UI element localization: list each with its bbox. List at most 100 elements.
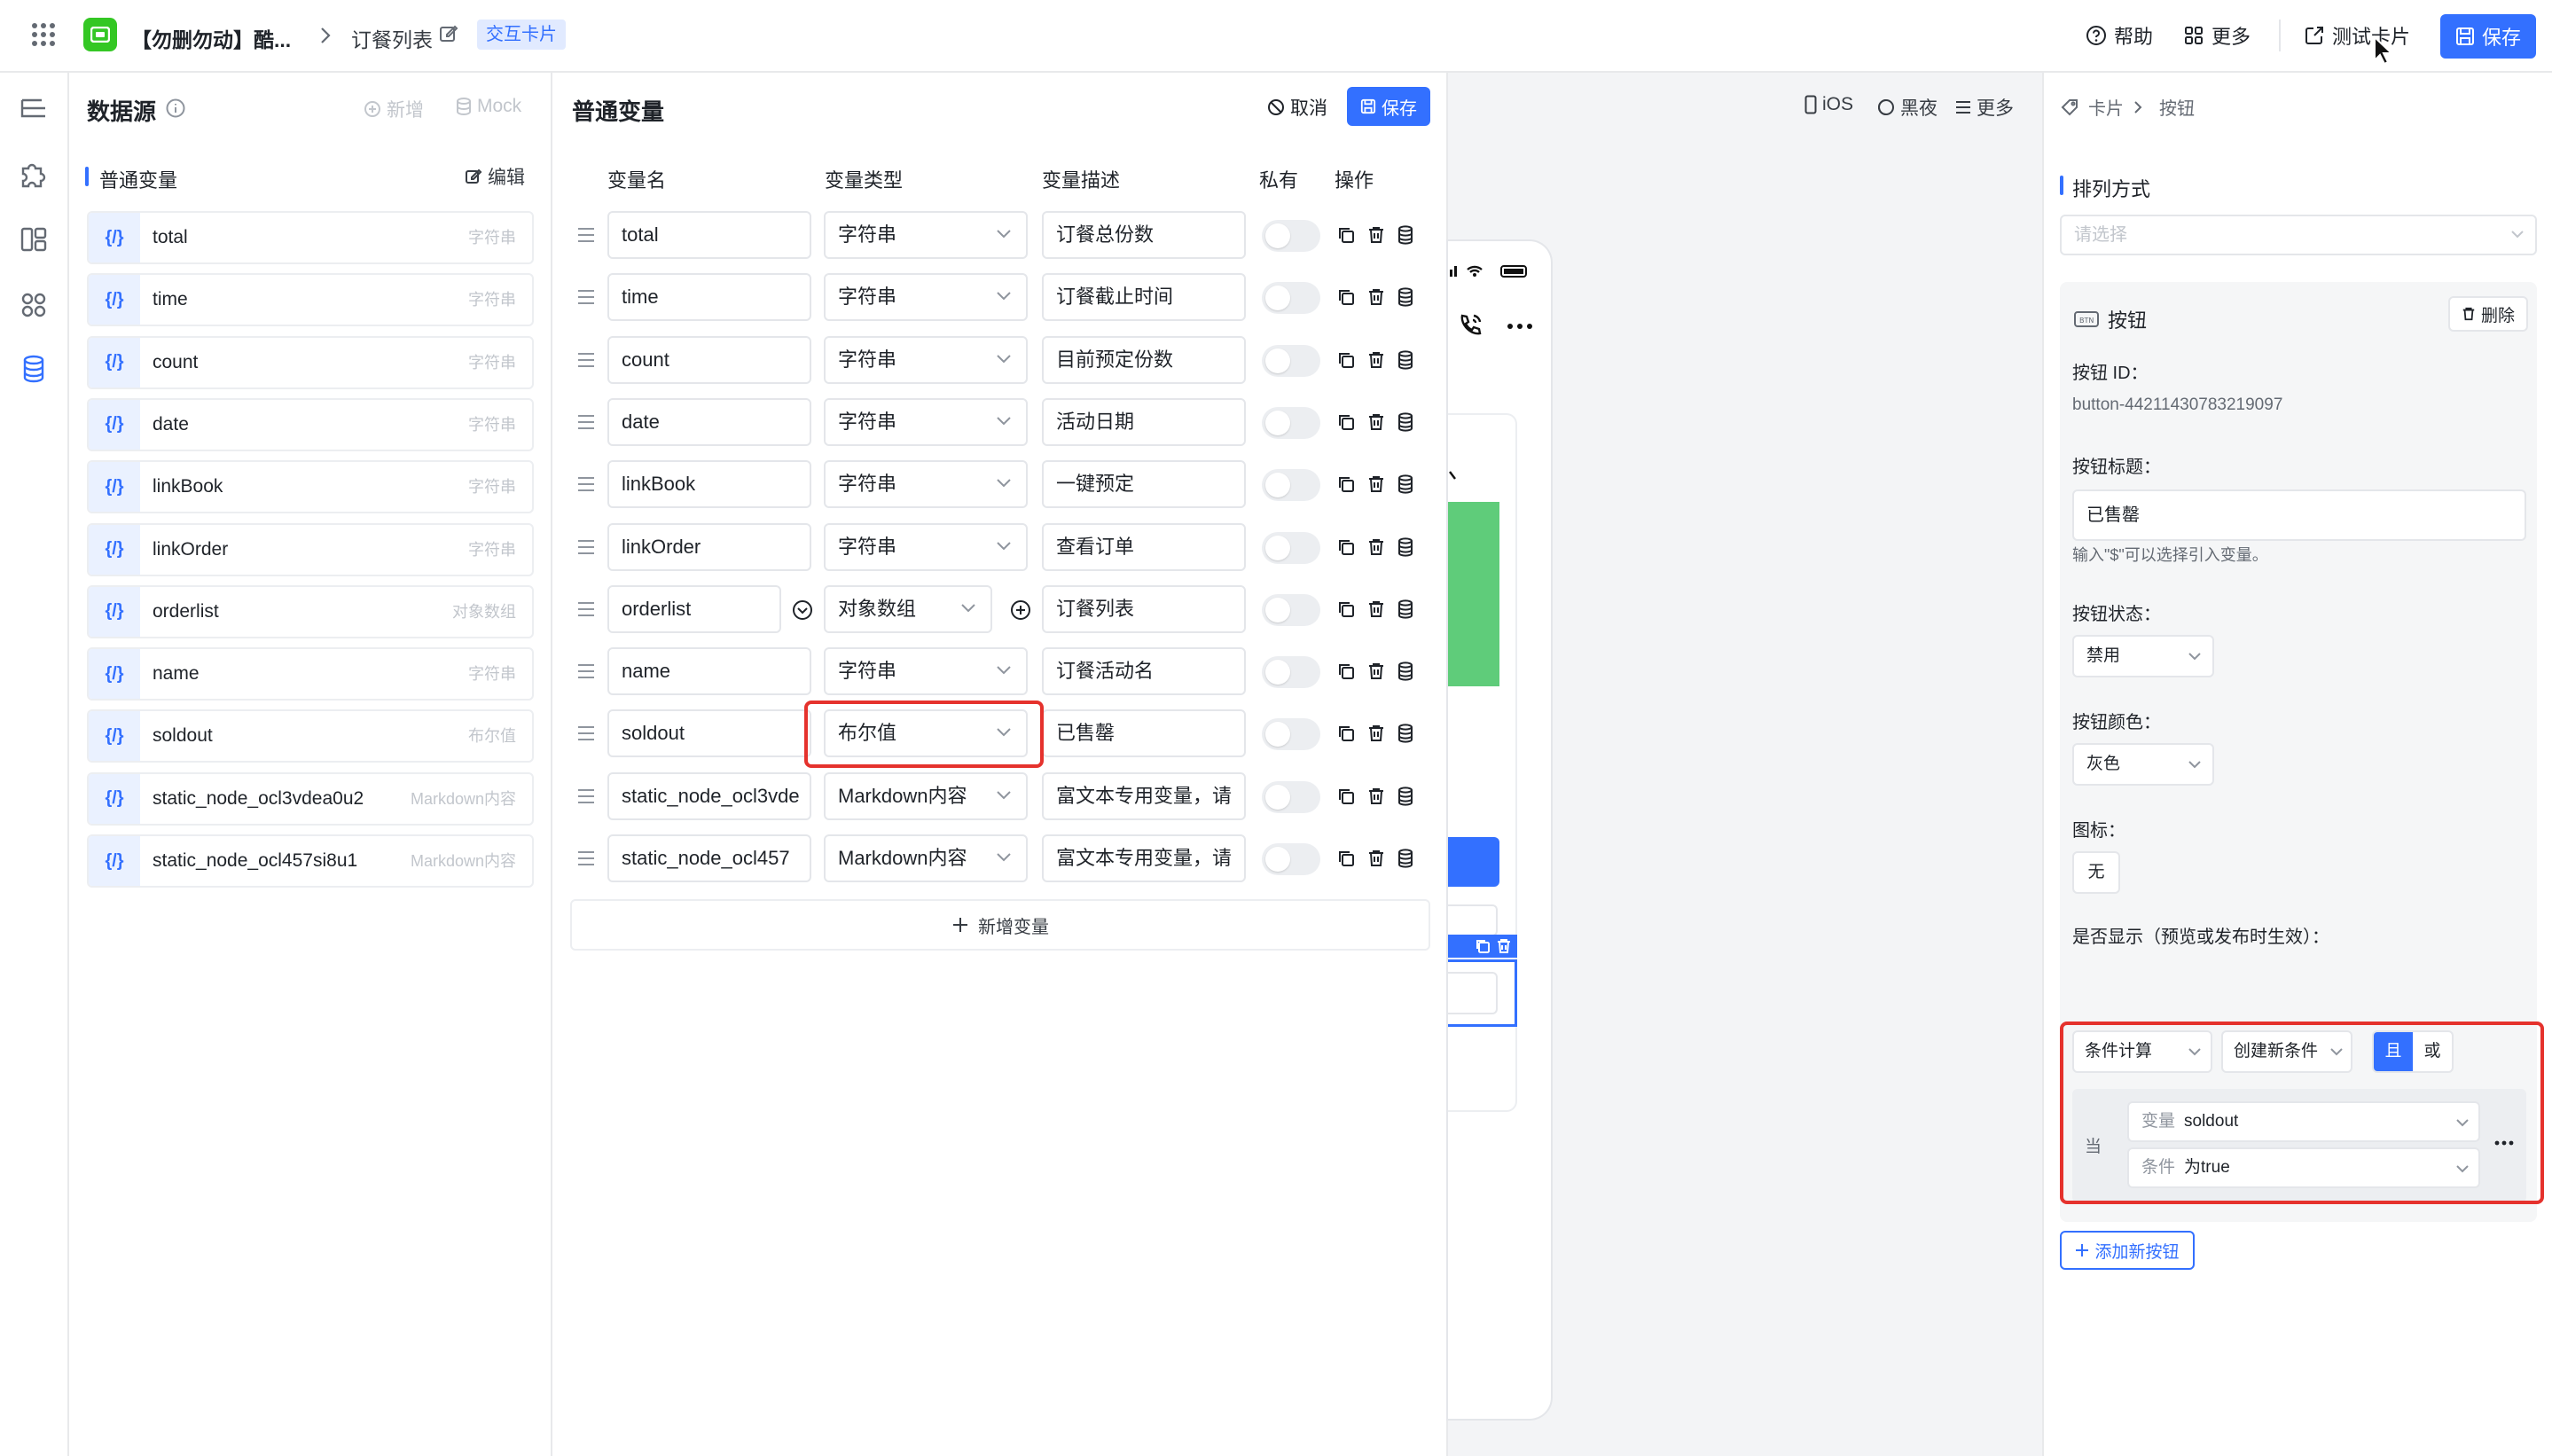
drag-handle-icon[interactable]: [575, 661, 597, 681]
copy-icon[interactable]: [1336, 537, 1358, 559]
selected-element-toolbar[interactable]: [1448, 935, 1517, 958]
cancel-button[interactable]: 取消: [1267, 94, 1327, 121]
database-icon[interactable]: [1397, 412, 1418, 434]
info-icon[interactable]: [165, 98, 186, 119]
variable-desc-input[interactable]: 查看订单: [1042, 522, 1246, 571]
variable-desc-input[interactable]: 富文本专用变量，请: [1042, 771, 1246, 820]
dark-mode-toggle[interactable]: 黑夜: [1877, 94, 1937, 121]
drag-handle-icon[interactable]: [575, 225, 597, 245]
copy-icon[interactable]: [1336, 412, 1358, 434]
copy-icon[interactable]: [1336, 474, 1358, 496]
more-button[interactable]: 更多: [2183, 21, 2251, 50]
trash-icon[interactable]: [1366, 537, 1388, 559]
drag-handle-icon[interactable]: [575, 537, 597, 557]
private-toggle[interactable]: [1262, 531, 1320, 564]
save-button[interactable]: 保存: [2440, 14, 2536, 59]
variable-type-select[interactable]: Markdown内容: [824, 771, 1028, 820]
drag-handle-icon[interactable]: [575, 350, 597, 370]
private-toggle[interactable]: [1262, 282, 1320, 315]
datasource-variable-item[interactable]: {/} time 字符串: [87, 273, 534, 327]
drag-handle-icon[interactable]: [575, 412, 597, 432]
crumb-card[interactable]: 卡片: [2088, 94, 2124, 120]
database-icon[interactable]: [1397, 599, 1418, 621]
copy-icon[interactable]: [1336, 849, 1358, 870]
trash-icon[interactable]: [1366, 350, 1388, 372]
ios-toggle[interactable]: iOS: [1804, 94, 1853, 115]
copy-icon[interactable]: [1336, 787, 1358, 808]
drag-handle-icon[interactable]: [575, 724, 597, 743]
copy-icon[interactable]: [1336, 599, 1358, 621]
private-toggle[interactable]: [1262, 656, 1320, 689]
private-toggle[interactable]: [1262, 780, 1320, 813]
outline-tree-icon[interactable]: [18, 94, 50, 126]
datasource-variable-item[interactable]: {/} total 字符串: [87, 211, 534, 264]
datasource-variable-item[interactable]: {/} soldout 布尔值: [87, 709, 534, 763]
trash-icon[interactable]: [1366, 412, 1388, 434]
database-icon[interactable]: [1397, 787, 1418, 808]
add-field-circle-icon[interactable]: [1010, 599, 1031, 621]
drag-handle-icon[interactable]: [575, 474, 597, 494]
copy-icon[interactable]: [1336, 724, 1358, 745]
help-button[interactable]: 帮助: [2086, 21, 2153, 50]
database-icon[interactable]: [1397, 474, 1418, 496]
copy-component-icon[interactable]: [1475, 938, 1491, 954]
datasource-variable-item[interactable]: {/} linkBook 字符串: [87, 460, 534, 514]
copy-icon[interactable]: [1336, 661, 1358, 683]
variable-name-input[interactable]: name: [607, 647, 811, 696]
variable-desc-input[interactable]: 目前预定份数: [1042, 335, 1246, 384]
variables-save-button[interactable]: 保存: [1347, 87, 1430, 126]
datasource-variable-item[interactable]: {/} static_node_ocl3vdea0u2 Markdown内容: [87, 771, 534, 826]
variable-desc-input[interactable]: 一键预定: [1042, 460, 1246, 509]
variable-desc-input[interactable]: 已售罄: [1042, 709, 1246, 758]
variable-name-input[interactable]: linkOrder: [607, 522, 811, 571]
mock-button[interactable]: Mock: [456, 96, 521, 117]
variable-name-input[interactable]: static_node_ocl3vde: [607, 771, 811, 820]
delete-button[interactable]: 删除: [2448, 296, 2528, 332]
private-toggle[interactable]: [1262, 406, 1320, 439]
trash-icon[interactable]: [1366, 474, 1388, 496]
database-icon[interactable]: [1397, 225, 1418, 247]
datasource-variable-item[interactable]: {/} orderlist 对象数组: [87, 584, 534, 638]
private-toggle[interactable]: [1262, 593, 1320, 626]
datasource-variable-item[interactable]: {/} linkOrder 字符串: [87, 522, 534, 576]
button-color-select[interactable]: 灰色: [2072, 743, 2214, 786]
project-title[interactable]: 【勿删勿动】酷...: [131, 23, 291, 53]
variable-name-input[interactable]: soldout: [607, 709, 811, 758]
database-icon[interactable]: [1397, 724, 1418, 745]
variable-type-select[interactable]: 字符串: [824, 335, 1028, 384]
variable-type-select[interactable]: 字符串: [824, 211, 1028, 259]
page-name[interactable]: 订餐列表: [351, 23, 433, 53]
trash-icon[interactable]: [1366, 661, 1388, 683]
variable-name-input[interactable]: linkBook: [607, 460, 811, 509]
datasource-variable-item[interactable]: {/} date 字符串: [87, 397, 534, 451]
trash-icon[interactable]: [1366, 287, 1388, 309]
copy-icon[interactable]: [1336, 287, 1358, 309]
sort-select[interactable]: 请选择: [2060, 215, 2537, 255]
private-toggle[interactable]: [1262, 718, 1320, 751]
delete-component-icon[interactable]: [1496, 938, 1512, 954]
variable-desc-input[interactable]: 富文本专用变量，请: [1042, 834, 1246, 882]
private-toggle[interactable]: [1262, 469, 1320, 502]
preview-more-button[interactable]: 更多: [1955, 94, 2014, 121]
button-title-input[interactable]: 已售罄: [2072, 489, 2526, 541]
private-toggle[interactable]: [1262, 220, 1320, 252]
trash-icon[interactable]: [1366, 599, 1388, 621]
variable-type-select[interactable]: 字符串: [824, 460, 1028, 509]
variable-type-select[interactable]: 字符串: [824, 397, 1028, 446]
variable-type-select[interactable]: 字符串: [824, 647, 1028, 696]
plugin-puzzle-icon[interactable]: [18, 158, 50, 190]
variable-desc-input[interactable]: 活动日期: [1042, 397, 1246, 446]
datasource-variable-item[interactable]: {/} name 字符串: [87, 647, 534, 701]
drag-handle-icon[interactable]: [575, 287, 597, 307]
datasource-variable-item[interactable]: {/} count 字符串: [87, 335, 534, 389]
edit-variables-button[interactable]: 编辑: [465, 163, 525, 190]
button-state-select[interactable]: 禁用: [2072, 635, 2214, 677]
test-card-button[interactable]: 测试卡片: [2304, 21, 2410, 50]
trash-icon[interactable]: [1366, 787, 1388, 808]
database-icon[interactable]: [1397, 661, 1418, 683]
app-grid-icon[interactable]: [30, 21, 57, 48]
variable-type-select[interactable]: 字符串: [824, 273, 1028, 322]
expand-circle-icon[interactable]: [792, 599, 813, 621]
variable-desc-input[interactable]: 订餐截止时间: [1042, 273, 1246, 322]
variable-name-input[interactable]: time: [607, 273, 811, 322]
